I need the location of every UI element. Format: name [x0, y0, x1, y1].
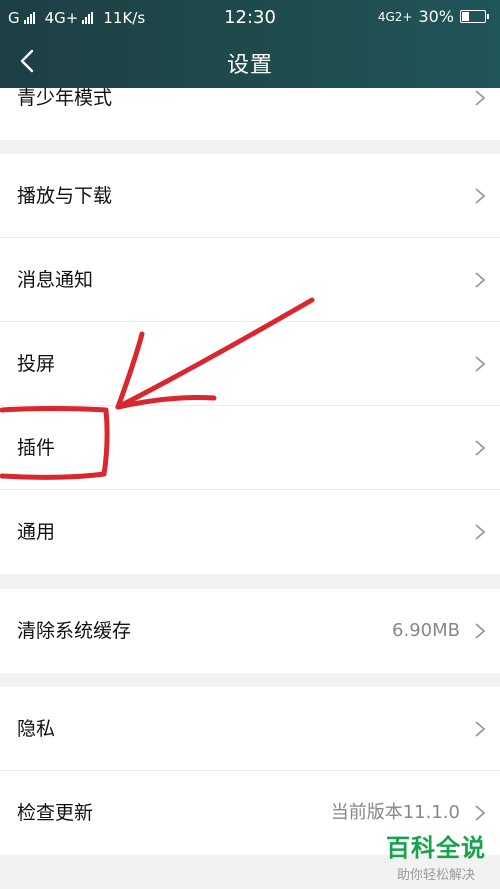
settings-row-privacy[interactable]: 隐私: [0, 687, 500, 771]
settings-group-3: 清除系统缓存 6.90MB: [0, 589, 500, 673]
watermark-title: 百科全说: [386, 834, 486, 862]
settings-row-general[interactable]: 通用: [0, 490, 500, 574]
chevron-right-icon: [475, 356, 486, 372]
settings-row-playback-download[interactable]: 播放与下载: [0, 154, 500, 238]
settings-row-notifications[interactable]: 消息通知: [0, 238, 500, 322]
row-label: 投屏: [17, 353, 56, 375]
battery-fill: [462, 12, 469, 21]
row-label: 通用: [17, 521, 56, 543]
row-label: 播放与下载: [17, 185, 113, 207]
row-label: 清除系统缓存: [17, 620, 132, 642]
status-bar: G 4G+ 11K/s 12:30 4G2+ 30%: [0, 0, 500, 34]
settings-group-2: 播放与下载 消息通知 投屏 插件 通用: [0, 154, 500, 574]
watermark-subtitle: 助你轻松解决: [396, 868, 475, 883]
chevron-right-icon: [475, 805, 486, 821]
settings-row-plugins[interactable]: 插件: [0, 406, 500, 490]
network-type: 4G2+: [377, 9, 413, 24]
chevron-right-icon: [475, 524, 486, 540]
row-label: 隐私: [17, 718, 56, 740]
row-label: 插件: [17, 437, 56, 459]
chevron-right-icon: [475, 188, 486, 204]
row-label: 检查更新: [17, 802, 94, 824]
battery-percent: 30%: [418, 7, 454, 26]
chevron-right-icon: [475, 272, 486, 288]
chevron-right-icon: [475, 623, 486, 639]
battery-icon: [460, 10, 489, 23]
chevron-right-icon: [475, 90, 486, 106]
row-label: 青少年模式: [17, 87, 113, 109]
settings-row-clear-cache[interactable]: 清除系统缓存 6.90MB: [0, 589, 500, 673]
settings-group-1: 青少年模式: [0, 87, 500, 140]
chevron-right-icon: [475, 721, 486, 737]
chevron-right-icon: [475, 440, 486, 456]
settings-row-cast[interactable]: 投屏: [0, 322, 500, 406]
settings-row-youth-mode[interactable]: 青少年模式: [0, 56, 500, 140]
row-label: 消息通知: [17, 269, 94, 291]
watermark-logo: 百科全说 助你轻松解决: [386, 828, 486, 883]
status-right: 4G2+ 30%: [377, 7, 489, 26]
cache-size-value: 6.90MB: [392, 620, 460, 641]
